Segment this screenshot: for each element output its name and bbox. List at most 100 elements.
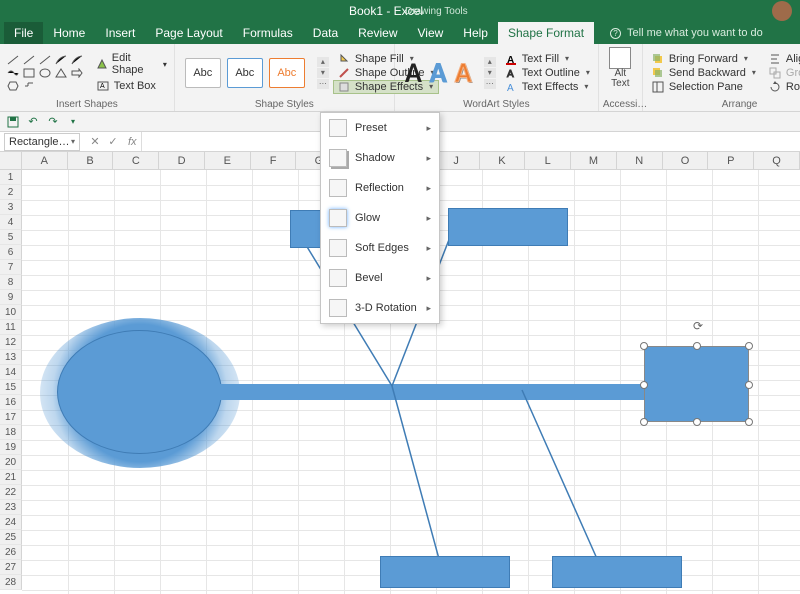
tab-formulas[interactable]: Formulas (233, 22, 303, 44)
row-header[interactable]: 5 (0, 230, 22, 245)
row-header[interactable]: 11 (0, 320, 22, 335)
resize-handle[interactable] (693, 418, 701, 426)
wordart-2[interactable]: A (430, 55, 447, 90)
shapes-gallery[interactable] (4, 52, 89, 93)
style-preset-2[interactable]: Abc (227, 58, 263, 88)
rect-top-2[interactable] (448, 208, 568, 246)
row-header[interactable]: 4 (0, 215, 22, 230)
row-header[interactable]: 21 (0, 470, 22, 485)
column-header[interactable]: A (22, 152, 68, 169)
row-header[interactable]: 9 (0, 290, 22, 305)
text-fill-button[interactable]: AText Fill▾ (500, 52, 594, 66)
redo-button[interactable]: ↷ (46, 115, 60, 129)
row-header[interactable]: 14 (0, 365, 22, 380)
style-gallery-more[interactable]: ⋯ (317, 79, 329, 89)
wordart-down[interactable]: ▾ (484, 68, 496, 78)
style-preset-1[interactable]: Abc (185, 58, 221, 88)
user-avatar[interactable] (772, 1, 792, 21)
qat-more[interactable]: ▾ (66, 115, 80, 129)
effects-preset[interactable]: Preset▸ (321, 113, 439, 143)
undo-button[interactable]: ↶ (26, 115, 40, 129)
effects-bevel[interactable]: Bevel▸ (321, 263, 439, 293)
row-header[interactable]: 2 (0, 185, 22, 200)
row-header[interactable]: 27 (0, 560, 22, 575)
shape-style-gallery[interactable]: Abc Abc Abc (179, 54, 311, 92)
name-box[interactable]: Rectangle…▾ (4, 133, 80, 151)
wordart-more[interactable]: ⋯ (484, 79, 496, 89)
row-header[interactable]: 26 (0, 545, 22, 560)
tab-page-layout[interactable]: Page Layout (145, 22, 232, 44)
resize-handle[interactable] (640, 418, 648, 426)
align-button[interactable]: Align▾ (764, 52, 800, 66)
alt-text-button[interactable]: Alt Text (603, 47, 638, 89)
row-header[interactable]: 6 (0, 245, 22, 260)
selected-rectangle[interactable]: ⟳ (644, 346, 749, 422)
effects-glow[interactable]: Glow▸ (321, 203, 439, 233)
tab-file[interactable]: File (4, 22, 43, 44)
row-header[interactable]: 3 (0, 200, 22, 215)
column-header[interactable]: C (113, 152, 159, 169)
cancel-formula-button[interactable]: ✕ (88, 135, 102, 148)
tab-view[interactable]: View (408, 22, 454, 44)
resize-handle[interactable] (745, 418, 753, 426)
column-header[interactable]: K (480, 152, 526, 169)
row-header[interactable]: 16 (0, 395, 22, 410)
text-outline-button[interactable]: AText Outline▾ (500, 66, 594, 80)
effects-shadow[interactable]: Shadow▸ (321, 143, 439, 173)
row-header[interactable]: 15 (0, 380, 22, 395)
send-backward-button[interactable]: Send Backward▾ (647, 66, 760, 80)
text-box-button[interactable]: A Text Box (93, 78, 170, 94)
column-header[interactable]: B (68, 152, 114, 169)
resize-handle[interactable] (693, 342, 701, 350)
selection-pane-button[interactable]: Selection Pane (647, 80, 760, 94)
style-gallery-down[interactable]: ▾ (317, 68, 329, 78)
row-header[interactable]: 13 (0, 350, 22, 365)
row-header[interactable]: 10 (0, 305, 22, 320)
column-header[interactable]: M (571, 152, 617, 169)
tell-me-search[interactable]: ? Tell me what you want to do (594, 27, 763, 39)
tab-shape-format[interactable]: Shape Format (498, 22, 594, 44)
column-header[interactable]: E (205, 152, 251, 169)
row-header[interactable]: 28 (0, 575, 22, 590)
row-header[interactable]: 7 (0, 260, 22, 275)
rotate-handle[interactable]: ⟳ (691, 319, 705, 333)
tab-insert[interactable]: Insert (95, 22, 145, 44)
fx-icon[interactable]: fx (128, 136, 141, 148)
effects-soft-edges[interactable]: Soft Edges▸ (321, 233, 439, 263)
edit-shape-button[interactable]: Edit Shape▾ (93, 51, 170, 77)
row-header[interactable]: 8 (0, 275, 22, 290)
resize-handle[interactable] (745, 381, 753, 389)
wordart-gallery[interactable]: A A A (399, 53, 478, 92)
row-header[interactable]: 25 (0, 530, 22, 545)
column-header[interactable]: O (663, 152, 709, 169)
column-header[interactable]: J (434, 152, 480, 169)
row-header[interactable]: 1 (0, 170, 22, 185)
row-header[interactable]: 20 (0, 455, 22, 470)
tab-review[interactable]: Review (348, 22, 407, 44)
effects-3d-rotation[interactable]: 3-D Rotation▸ (321, 293, 439, 323)
wordart-up[interactable]: ▴ (484, 57, 496, 67)
column-header[interactable]: Q (754, 152, 800, 169)
resize-handle[interactable] (640, 381, 648, 389)
formula-input[interactable] (141, 132, 800, 151)
column-header[interactable]: P (708, 152, 754, 169)
style-gallery-up[interactable]: ▴ (317, 57, 329, 67)
tab-help[interactable]: Help (453, 22, 498, 44)
row-header[interactable]: 17 (0, 410, 22, 425)
enter-formula-button[interactable]: ✓ (106, 135, 120, 148)
save-button[interactable] (6, 115, 20, 129)
rect-bottom-2[interactable] (552, 556, 682, 588)
row-header[interactable]: 12 (0, 335, 22, 350)
column-header[interactable]: D (159, 152, 205, 169)
row-header[interactable]: 18 (0, 425, 22, 440)
tab-home[interactable]: Home (43, 22, 95, 44)
column-header[interactable]: N (617, 152, 663, 169)
wordart-3[interactable]: A (455, 55, 472, 90)
text-effects-button[interactable]: AText Effects▾ (500, 80, 594, 94)
resize-handle[interactable] (745, 342, 753, 350)
bring-forward-button[interactable]: Bring Forward▾ (647, 52, 760, 66)
row-header[interactable]: 22 (0, 485, 22, 500)
row-header[interactable]: 24 (0, 515, 22, 530)
column-header[interactable]: F (251, 152, 297, 169)
effects-reflection[interactable]: Reflection▸ (321, 173, 439, 203)
